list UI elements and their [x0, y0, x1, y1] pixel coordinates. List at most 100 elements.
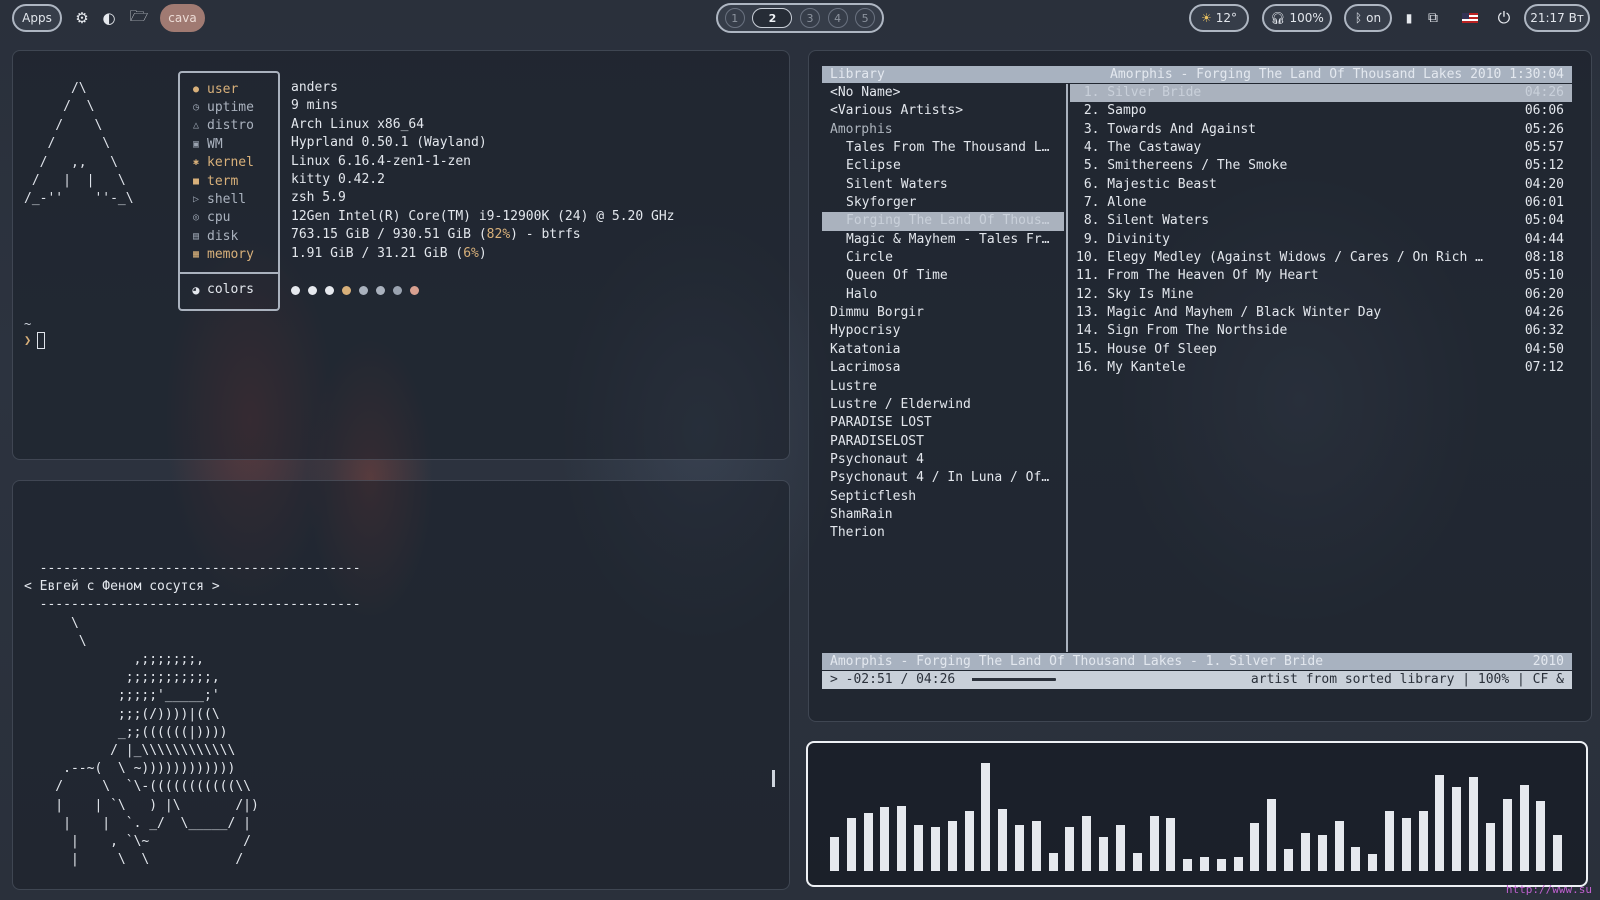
spectrum-bar [1300, 832, 1310, 871]
track-duration: 08:18 [1524, 250, 1564, 266]
workspace-button-3[interactable]: 3 [799, 8, 820, 28]
album-item[interactable]: Circle [822, 249, 1064, 267]
artist-item[interactable]: ShamRain [822, 506, 1064, 524]
fetch-frame-divider [178, 272, 280, 274]
value-text: ) - btrfs [510, 227, 581, 243]
shell-prompt[interactable]: ~ ❯ [24, 316, 46, 349]
album-item[interactable]: Skyforger [822, 194, 1064, 212]
workspace-button-2[interactable]: 2 [752, 8, 793, 28]
artist-item[interactable]: Psychonaut 4 / In Luna / Of… [822, 469, 1064, 487]
weather-temp: 12° [1215, 11, 1238, 25]
spectrum-bar [1031, 820, 1041, 871]
album-item[interactable]: Halo [822, 286, 1064, 304]
spectrum-bar [1368, 854, 1378, 871]
workspace-button-4[interactable]: 4 [827, 8, 848, 28]
gear-icon: ✱ [192, 157, 200, 169]
bluetooth-widget[interactable]: ᛒ on [1344, 4, 1392, 32]
artist-item[interactable]: PARADISELOST [822, 433, 1064, 451]
fetch-key-label: disk [207, 228, 239, 244]
track-row[interactable]: 7. Alone 06:01 [1070, 194, 1572, 212]
artist-item[interactable]: Hypocrisy [822, 322, 1064, 340]
album-item[interactable]: Silent Waters [822, 176, 1064, 194]
track-row[interactable]: 11. From The Heaven Of My Heart 05:10 [1070, 267, 1572, 285]
spectrum-bar [1536, 801, 1546, 871]
power-icon[interactable]: ⏻ [1494, 4, 1514, 32]
album-item[interactable]: Tales From The Thousand L… [822, 139, 1064, 157]
track-title: 4. The Castaway [1076, 140, 1202, 156]
weather-icon: ☀ [1200, 11, 1212, 25]
spectrum-bar [1435, 775, 1445, 871]
network-signal-icon[interactable]: ▮ [1401, 4, 1417, 32]
track-row[interactable]: 2. Sampo 06:06 [1070, 102, 1572, 120]
spectrum-bar [1351, 847, 1361, 871]
playback-time: > -02:51 / 04:26 [830, 672, 956, 687]
volume-widget[interactable]: 🎧︎ 100% [1262, 4, 1332, 32]
track-row[interactable]: 5. Smithereens / The Smoke 05:12 [1070, 157, 1572, 175]
artist-item[interactable]: Dimmu Borgir [822, 304, 1064, 322]
track-title: 13. Magic And Mayhem / Black Winter Day [1076, 305, 1382, 321]
clock-widget[interactable]: 21:17 Вт [1524, 4, 1590, 32]
apps-label: Apps [22, 11, 52, 25]
distro-icon: △ [192, 120, 200, 132]
spectrum-bar [1183, 859, 1193, 871]
track-row[interactable]: 4. The Castaway 05:57 [1070, 139, 1572, 157]
palette-dot-6 [376, 286, 385, 295]
weather-widget[interactable]: ☀ 12° [1189, 4, 1249, 32]
track-row[interactable]: 16. My Kantele 07:12 [1070, 359, 1572, 377]
album-item[interactable]: Queen Of Time [822, 267, 1064, 285]
artist-item[interactable]: Katatonia [822, 341, 1064, 359]
scrollbar-thumb[interactable] [772, 770, 775, 787]
artist-item[interactable]: Therion [822, 524, 1064, 542]
spectrum-bars [830, 751, 1570, 871]
colors-key: ◕ colors [190, 282, 254, 297]
track-duration: 06:06 [1524, 103, 1564, 119]
album-item[interactable]: Eclipse [822, 157, 1064, 175]
track-title: 6. Majestic Beast [1076, 176, 1217, 192]
track-row[interactable]: 15. House Of Sleep 04:50 [1070, 341, 1572, 359]
track-row[interactable]: 3. Towards And Against 05:26 [1070, 121, 1572, 139]
track-row[interactable]: 9. Divinity 04:44 [1070, 231, 1572, 249]
bluetooth-icon: ᛒ [1354, 11, 1363, 25]
track-list: 1. Silver Bride 04:26 2. Sampo 06:06 3. To… [1070, 84, 1572, 378]
track-row[interactable]: 13. Magic And Mayhem / Black Winter Day 0… [1070, 304, 1572, 322]
artist-item[interactable]: PARADISE LOST [822, 414, 1064, 432]
track-row[interactable]: 10. Elegy Medley (Against Widows / Cares… [1070, 249, 1572, 267]
artist-item[interactable]: Amorphis [822, 121, 1064, 139]
track-row[interactable]: 8. Silent Waters 05:04 [1070, 212, 1572, 230]
album-item[interactable]: Magic & Mayhem - Tales Fr… [822, 231, 1064, 249]
workspace-button-1[interactable]: 1 [724, 8, 745, 28]
theme-toggle-icon[interactable]: ◐ [99, 4, 119, 32]
artist-item[interactable]: Lustre / Elderwind [822, 396, 1064, 414]
artist-item[interactable]: Psychonaut 4 [822, 451, 1064, 469]
artist-item[interactable]: Lustre [822, 378, 1064, 396]
artist-item[interactable]: Septicflesh [822, 488, 1064, 506]
active-app-label: cava [168, 11, 197, 25]
track-title: 15. House Of Sleep [1076, 341, 1217, 357]
now-playing-bar: Amorphis - Forging The Land Of Thousand … [822, 653, 1572, 670]
keyboard-layout-flag-icon[interactable] [1460, 4, 1480, 32]
spectrum-bar [1048, 853, 1058, 871]
artist-item[interactable]: <Various Artists> [822, 102, 1064, 120]
terminal-icon: ■ [192, 175, 200, 187]
workspace-button-5[interactable]: 5 [855, 8, 876, 28]
spectrum-bar [1115, 825, 1125, 871]
artist-item[interactable]: <No Name> [822, 84, 1064, 102]
active-app-badge[interactable]: cava [160, 4, 205, 32]
folder-icon[interactable]: 🗁 [128, 4, 150, 32]
fetch-value-wm: Hyprland 0.50.1 (Wayland) [291, 135, 487, 151]
prompt-symbol: ❯ [24, 333, 32, 347]
track-row[interactable]: 12. Sky Is Mine 06:20 [1070, 286, 1572, 304]
artist-item[interactable]: Lacrimosa [822, 359, 1064, 377]
track-row[interactable]: 14. Sign From The Northside 06:32 [1070, 322, 1572, 340]
track-title: 12. Sky Is Mine [1076, 286, 1194, 302]
settings-gear-icon[interactable]: ⚙ [72, 4, 92, 32]
fetch-key-memory: ▦ memory [190, 246, 254, 264]
track-row[interactable]: 1. Silver Bride 04:26 [1070, 84, 1572, 103]
playback-progress-bar[interactable] [972, 678, 1056, 681]
album-item[interactable]: Forging The Land Of Thous… [822, 212, 1064, 231]
clipboard-icon[interactable]: ⧉ [1424, 4, 1442, 32]
track-row[interactable]: 6. Majestic Beast 04:20 [1070, 176, 1572, 194]
spectrum-bar [998, 808, 1008, 871]
cava-visualizer-window[interactable] [806, 741, 1588, 887]
apps-button[interactable]: Apps [12, 4, 62, 32]
